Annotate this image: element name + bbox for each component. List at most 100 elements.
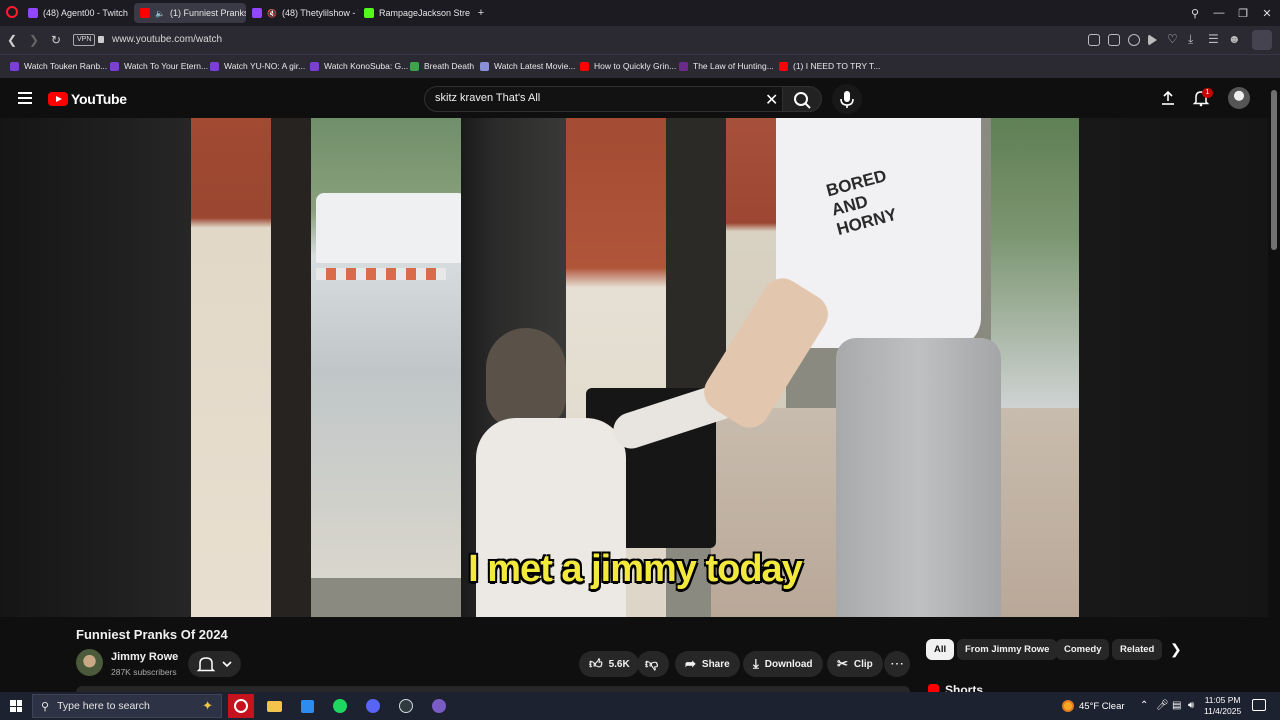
menu-lines-icon[interactable]: ☰ bbox=[1208, 32, 1219, 46]
taskbar-spotify[interactable] bbox=[327, 694, 353, 718]
clear-search-icon[interactable]: ✕ bbox=[765, 90, 778, 110]
extensions-icon[interactable] bbox=[1252, 30, 1272, 50]
network-icon[interactable]: ▤ bbox=[1172, 700, 1181, 711]
video-scene-dark-pillar bbox=[271, 118, 311, 617]
discord-icon bbox=[366, 699, 380, 713]
like-count: 5.6K bbox=[608, 658, 630, 670]
camera-icon[interactable] bbox=[1108, 34, 1120, 46]
search-input[interactable]: skitz kraven That's All bbox=[435, 92, 540, 104]
taskbar-file-explorer[interactable] bbox=[261, 694, 287, 718]
bookmark-item[interactable]: Watch KonoSuba: G... bbox=[310, 61, 408, 71]
search-box[interactable]: skitz kraven That's All ✕ bbox=[424, 86, 784, 112]
new-tab-button[interactable]: + bbox=[472, 4, 490, 22]
back-button[interactable]: ❮ bbox=[4, 32, 20, 48]
bookmark-item[interactable]: Watch YU-NO: A gir... bbox=[210, 61, 305, 71]
tab-title: (48) Agent00 - Twitch bbox=[43, 8, 128, 18]
bookmark-item[interactable]: The Law of Hunting... bbox=[679, 61, 774, 71]
chip-comedy[interactable]: Comedy bbox=[1056, 639, 1110, 660]
url-field[interactable]: www.youtube.com/watch bbox=[112, 34, 222, 45]
bookmark-favicon-icon bbox=[580, 61, 589, 71]
weather-widget[interactable]: 45°F Clear bbox=[1062, 700, 1125, 712]
voice-search-button[interactable] bbox=[832, 84, 862, 114]
video-scene-window bbox=[311, 118, 471, 578]
close-window-button[interactable]: ✕ bbox=[1258, 4, 1276, 22]
taskbar-search-placeholder: Type here to search bbox=[57, 700, 150, 712]
maximize-button[interactable]: ❐ bbox=[1234, 4, 1252, 22]
vpn-badge[interactable]: VPN bbox=[73, 34, 96, 46]
taskbar-app[interactable] bbox=[426, 694, 452, 718]
chip-from-jimmy-rowe[interactable]: From Jimmy Rowe bbox=[957, 639, 1058, 660]
bookmark-label: Breath Death bbox=[424, 61, 475, 71]
shield-icon[interactable] bbox=[1128, 34, 1140, 46]
forward-button[interactable]: ❯ bbox=[26, 32, 42, 48]
notification-center-icon[interactable] bbox=[1252, 699, 1266, 711]
bookmark-item[interactable]: Breath Death bbox=[410, 61, 474, 71]
browser-tab-active[interactable]: 🔈 (1) Funniest Pranks Of bbox=[134, 3, 246, 23]
tab-title: (1) Funniest Pranks Of bbox=[169, 8, 246, 18]
minimize-button[interactable]: — bbox=[1210, 4, 1228, 22]
bookmark-item[interactable]: Watch Touken Ranb... bbox=[10, 61, 107, 71]
dislike-button[interactable]: 👎︎ bbox=[637, 651, 669, 677]
bookmark-favicon-icon bbox=[110, 61, 119, 71]
chip-related[interactable]: Related bbox=[1112, 639, 1162, 660]
notification-count-badge: 1 bbox=[1202, 88, 1213, 98]
download-icon: ⤓ bbox=[753, 656, 759, 671]
chevron-right-icon[interactable]: ❯ bbox=[1170, 641, 1182, 658]
channel-avatar[interactable] bbox=[76, 649, 103, 676]
clip-button[interactable]: ✂ Clip bbox=[827, 651, 883, 677]
search-icon bbox=[794, 92, 811, 109]
taskbar-opera[interactable] bbox=[228, 694, 254, 718]
profile-icon[interactable]: ☻ bbox=[1228, 32, 1241, 46]
microphone-icon[interactable]: 🎤︎ bbox=[1156, 700, 1169, 711]
search-button[interactable] bbox=[782, 86, 822, 112]
bookmark-favicon-icon bbox=[310, 61, 319, 71]
opera-menu-icon[interactable] bbox=[6, 6, 18, 18]
reload-button[interactable]: ↻ bbox=[48, 32, 64, 48]
muted-speaker-icon[interactable]: 🔇 bbox=[267, 9, 277, 18]
bookmark-item[interactable]: Watch Latest Movie... bbox=[480, 61, 575, 71]
bookmark-item[interactable]: How to Quickly Grin... bbox=[580, 61, 676, 71]
opera-icon bbox=[234, 699, 248, 713]
share-label: Share bbox=[701, 658, 730, 670]
windows-start-icon[interactable] bbox=[10, 700, 22, 712]
tab-title: RampageJackson Stream bbox=[379, 8, 470, 18]
chip-all[interactable]: All bbox=[926, 639, 955, 660]
download-button[interactable]: ⤓ Download bbox=[743, 651, 823, 677]
browser-tab[interactable]: RampageJackson Stream bbox=[358, 3, 470, 23]
hamburger-menu-icon[interactable] bbox=[18, 92, 32, 104]
heart-icon[interactable]: ♡ bbox=[1167, 32, 1178, 46]
subscription-bell-button[interactable] bbox=[188, 651, 241, 677]
scrollbar-thumb[interactable] bbox=[1271, 90, 1277, 250]
system-clock[interactable]: 11:05 PM 11/4/2025 bbox=[1204, 695, 1241, 717]
search-tabs-icon[interactable]: ⚲ bbox=[1186, 4, 1204, 22]
like-button[interactable]: 👍︎ 5.6K bbox=[579, 651, 639, 677]
app-icon bbox=[432, 699, 446, 713]
youtube-logo[interactable]: YouTube bbox=[48, 91, 127, 107]
volume-icon[interactable]: 🔊︎ bbox=[1188, 700, 1194, 711]
browser-tab-strip: (48) Agent00 - Twitch 🔈 (1) Funniest Pra… bbox=[0, 0, 1280, 26]
bookmark-favicon-icon bbox=[779, 61, 788, 71]
lock-icon[interactable] bbox=[98, 36, 104, 43]
share-button[interactable]: ➦ Share bbox=[675, 651, 740, 677]
youtube-logo-text: YouTube bbox=[71, 91, 127, 107]
video-player[interactable]: BORED AND HORNY bbox=[191, 118, 1079, 617]
upload-icon[interactable] bbox=[1160, 90, 1176, 106]
play-icon[interactable] bbox=[1148, 34, 1157, 46]
edit-icon[interactable] bbox=[1088, 34, 1100, 46]
address-bar-row: ❮ ❯ ↻ VPN www.youtube.com/watch ♡ ⤓ ☰ ☻ bbox=[0, 26, 1280, 54]
browser-tab[interactable]: 🔇 (48) Thetylilshow - Twi bbox=[246, 3, 358, 23]
browser-tab[interactable]: (48) Agent00 - Twitch bbox=[22, 3, 134, 23]
bookmark-item[interactable]: (1) I NEED TO TRY T... bbox=[779, 61, 880, 71]
taskbar-store[interactable] bbox=[294, 694, 320, 718]
download-icon[interactable]: ⤓ bbox=[1188, 32, 1193, 47]
account-avatar[interactable] bbox=[1228, 87, 1250, 109]
chevron-up-icon[interactable]: ⌃ bbox=[1140, 700, 1148, 711]
more-actions-button[interactable]: ⋯ bbox=[884, 651, 910, 677]
taskbar-discord[interactable] bbox=[360, 694, 386, 718]
taskbar-search-box[interactable]: ⚲ Type here to search ✦ bbox=[32, 694, 222, 718]
bookmark-label: Watch KonoSuba: G... bbox=[324, 61, 409, 71]
bookmark-item[interactable]: Watch To Your Etern... bbox=[110, 61, 208, 71]
speaker-icon[interactable]: 🔈 bbox=[155, 9, 165, 18]
channel-name[interactable]: Jimmy Rowe bbox=[111, 651, 178, 663]
taskbar-app[interactable] bbox=[393, 694, 419, 718]
